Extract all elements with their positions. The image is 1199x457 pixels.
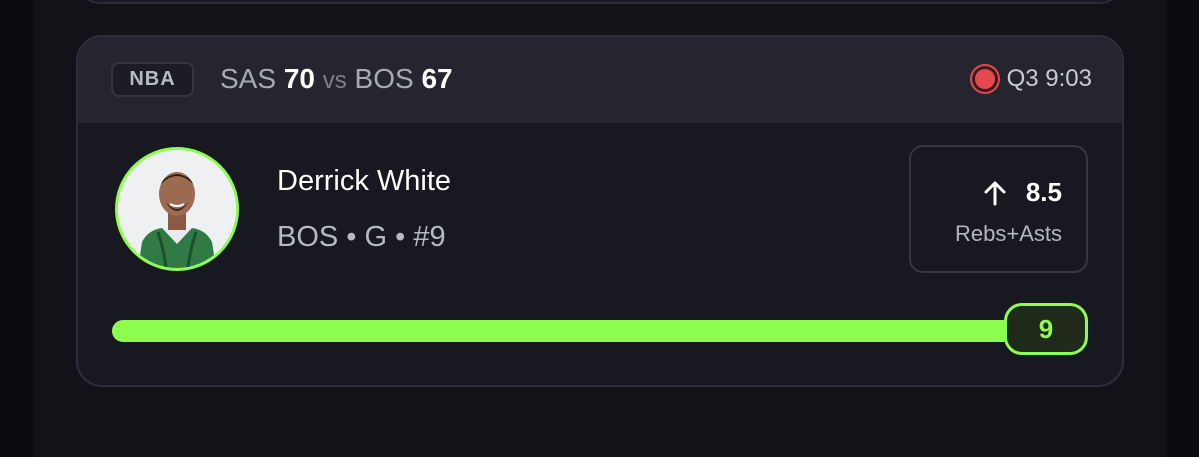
home-team: BOS [354, 63, 414, 94]
right-gutter [1167, 0, 1199, 457]
matchup: SAS 70 vs BOS 67 [220, 63, 453, 95]
prop-line-box[interactable]: 8.5 Rebs+Asts [909, 145, 1088, 273]
prop-line: 8.5 [984, 177, 1062, 208]
page: NBA SAS 70 vs BOS 67 Q3 9:03 Derrick Whi… [0, 0, 1199, 457]
previous-card[interactable] [78, 0, 1122, 4]
prop-stat-label: Rebs+Asts [955, 221, 1062, 246]
progress-value-badge: 9 [1004, 303, 1088, 355]
league-badge: NBA [111, 62, 194, 97]
game-header: NBA SAS 70 vs BOS 67 Q3 9:03 [78, 37, 1122, 123]
away-score: 70 [283, 63, 315, 94]
away-team: SAS [220, 63, 277, 94]
player-meta: BOS • G • #9 [277, 221, 446, 253]
live-indicator-icon [974, 69, 995, 89]
progress-fill [112, 320, 1052, 342]
home-score: 67 [421, 63, 453, 94]
vs-separator: vs [322, 67, 347, 94]
player-prop-card[interactable]: NBA SAS 70 vs BOS 67 Q3 9:03 Derrick Whi… [76, 35, 1124, 387]
player-headshot-icon [118, 150, 236, 268]
live-status: Q3 9:03 [974, 65, 1092, 93]
player-avatar[interactable] [115, 147, 239, 271]
prop-line-value: 8.5 [1025, 177, 1062, 207]
player-name: Derrick White [277, 165, 452, 197]
left-gutter [0, 0, 33, 457]
arrow-up-icon [984, 180, 1006, 206]
game-clock: Q3 9:03 [1006, 65, 1092, 92]
progress-track [112, 320, 1052, 342]
